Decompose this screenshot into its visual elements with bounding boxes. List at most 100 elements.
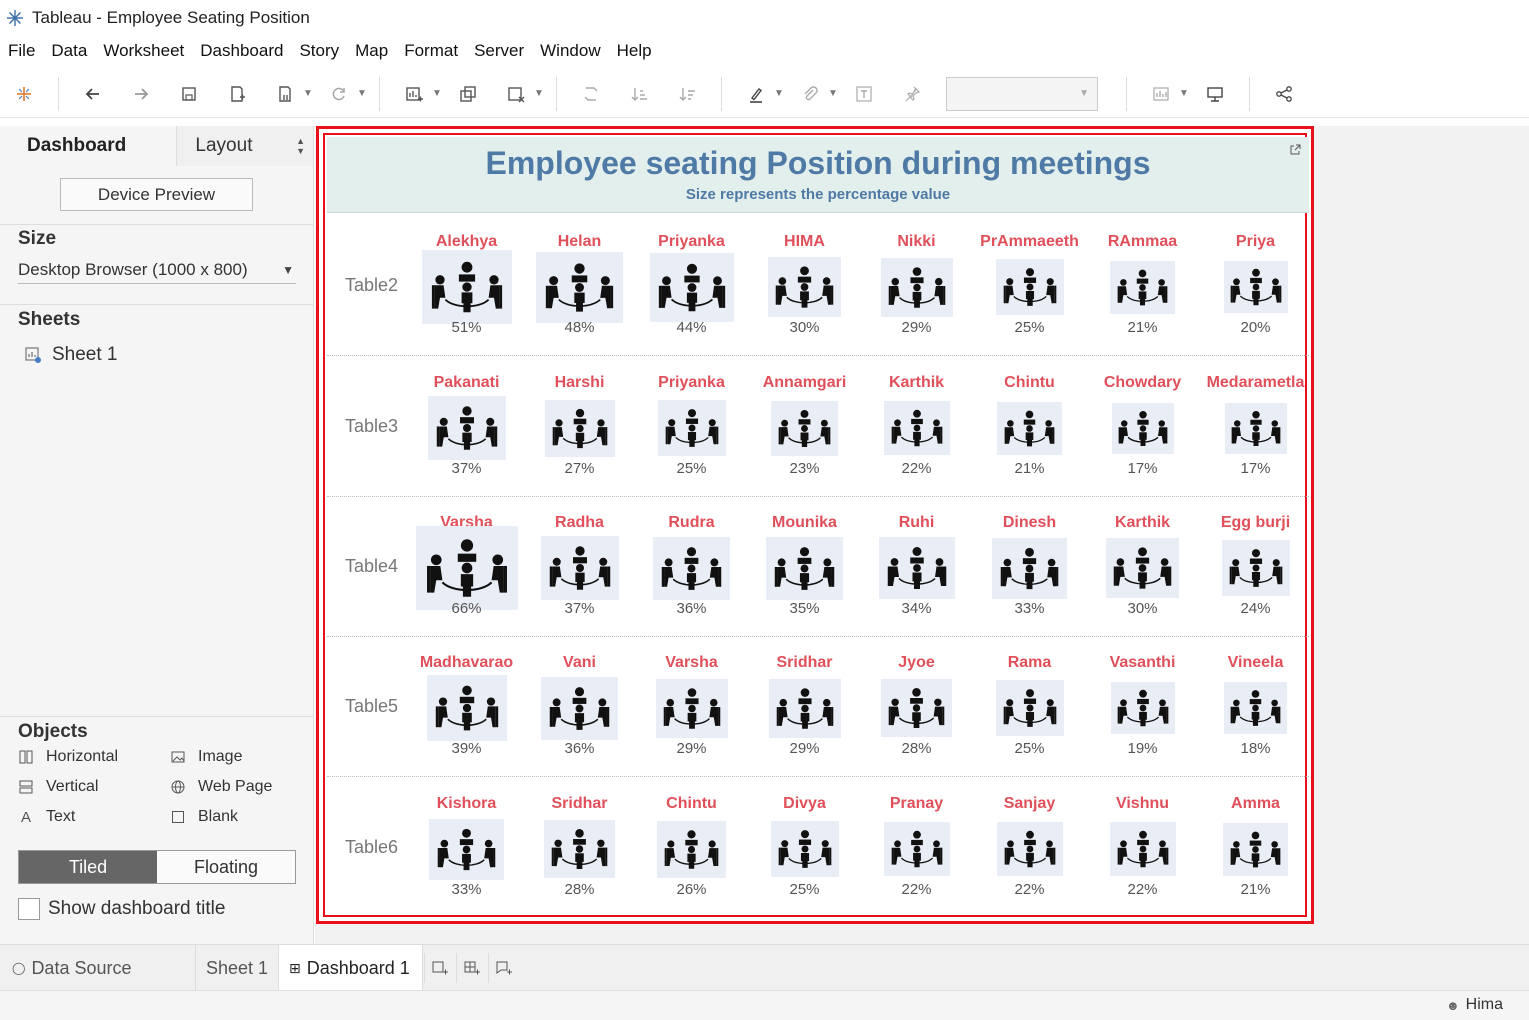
new-worksheet-icon[interactable] xyxy=(397,77,431,111)
chevron-down-icon[interactable]: ▼ xyxy=(303,77,313,111)
seat-mark[interactable]: PrAmmaeeth 25% xyxy=(973,215,1086,356)
seat-mark[interactable]: Egg burji 24% xyxy=(1199,496,1312,637)
seat-mark[interactable]: Sridhar 29% xyxy=(748,636,861,777)
object-vertical[interactable]: Vertical xyxy=(18,778,98,796)
new-worksheet-icon[interactable] xyxy=(424,953,454,983)
chevron-down-icon[interactable]: ▼ xyxy=(1179,77,1189,111)
pause-updates-icon[interactable] xyxy=(268,77,302,111)
dashboard-container[interactable]: Employee seating Position during meeting… xyxy=(323,133,1309,918)
object-web-page[interactable]: Web Page xyxy=(170,778,272,796)
menu-data[interactable]: Data xyxy=(43,41,95,61)
menu-window[interactable]: Window xyxy=(532,41,608,61)
tab-dashboard-1[interactable]: ⊞ Dashboard 1 xyxy=(278,945,423,991)
seat-mark[interactable]: Medarametla 17% xyxy=(1199,356,1312,497)
dashboard-header[interactable]: Employee seating Position during meeting… xyxy=(327,137,1309,213)
seat-mark[interactable]: Rama 25% xyxy=(973,636,1086,777)
seat-mark[interactable]: Madhavarao 39% xyxy=(410,636,523,777)
chevron-down-icon[interactable]: ▼ xyxy=(534,77,544,111)
seat-mark[interactable]: Sanjay 22% xyxy=(973,777,1086,918)
tableau-home-icon[interactable] xyxy=(7,77,41,111)
floating-button[interactable]: Floating xyxy=(157,851,295,883)
seat-mark[interactable]: Priyanka 44% xyxy=(635,215,748,356)
seat-mark[interactable]: Mounika 35% xyxy=(748,496,861,637)
group-members-icon[interactable] xyxy=(793,77,827,111)
tab-sheet-1[interactable]: Sheet 1 xyxy=(195,945,278,991)
tab-dashboard[interactable]: Dashboard xyxy=(0,126,177,166)
seat-mark[interactable]: Divya 25% xyxy=(748,777,861,918)
presentation-mode-icon[interactable] xyxy=(1198,77,1232,111)
new-story-icon[interactable] xyxy=(488,953,518,983)
seat-mark[interactable]: Pakanati 37% xyxy=(410,356,523,497)
seat-mark[interactable]: Harshi 27% xyxy=(523,356,636,497)
object-horizontal[interactable]: Horizontal xyxy=(18,748,118,766)
show-mark-labels-icon[interactable] xyxy=(847,77,881,111)
dashboard[interactable]: Employee seating Position during meeting… xyxy=(316,126,1314,924)
seat-mark[interactable]: Radha 37% xyxy=(523,496,636,637)
seat-mark[interactable]: Priya 20% xyxy=(1199,215,1312,356)
seat-mark[interactable]: Sridhar 28% xyxy=(523,777,636,918)
size-dropdown[interactable]: Desktop Browser (1000 x 800) ▼ xyxy=(18,256,296,284)
menu-server[interactable]: Server xyxy=(466,41,532,61)
seat-mark[interactable]: Karthik 30% xyxy=(1086,496,1199,637)
seat-mark[interactable]: Karthik 22% xyxy=(860,356,973,497)
seat-mark[interactable]: Amma 21% xyxy=(1199,777,1312,918)
chevron-down-icon[interactable]: ▼ xyxy=(357,77,367,111)
menu-dashboard[interactable]: Dashboard xyxy=(192,41,291,61)
seat-mark[interactable]: Varsha 29% xyxy=(635,636,748,777)
sort-ascending-icon[interactable] xyxy=(622,77,656,111)
show-dashboard-title-checkbox[interactable]: Show dashboard title xyxy=(18,898,225,920)
seat-mark[interactable]: RAmmaa 21% xyxy=(1086,215,1199,356)
seat-mark[interactable]: Nikki 29% xyxy=(860,215,973,356)
seat-mark[interactable]: Annamgari 23% xyxy=(748,356,861,497)
highlight-icon[interactable] xyxy=(739,77,773,111)
tiled-button[interactable]: Tiled xyxy=(19,851,157,883)
seat-mark[interactable]: Alekhya 51% xyxy=(410,215,523,356)
seat-mark[interactable]: Priyanka 25% xyxy=(635,356,748,497)
device-preview-button[interactable]: Device Preview xyxy=(60,178,253,211)
seat-mark[interactable]: Varsha 66% xyxy=(410,496,523,637)
seat-mark[interactable]: Vani 36% xyxy=(523,636,636,777)
user-account[interactable]: ☻ Hima xyxy=(1446,996,1503,1014)
menu-worksheet[interactable]: Worksheet xyxy=(95,41,192,61)
seat-mark[interactable]: Rudra 36% xyxy=(635,496,748,637)
menu-file[interactable]: File xyxy=(0,41,43,61)
seat-mark[interactable]: Chintu 26% xyxy=(635,777,748,918)
duplicate-sheet-icon[interactable] xyxy=(451,77,485,111)
tab-layout[interactable]: Layout ▲ ▼ xyxy=(176,126,313,166)
new-data-source-icon[interactable] xyxy=(220,77,254,111)
seat-mark[interactable]: Vasanthi 19% xyxy=(1086,636,1199,777)
object-blank[interactable]: Blank xyxy=(170,808,238,826)
object-text[interactable]: A Text xyxy=(18,808,75,826)
share-icon[interactable] xyxy=(1267,77,1301,111)
sheet-list-item[interactable]: Sheet 1 xyxy=(24,344,118,366)
seat-mark[interactable]: Kishora 33% xyxy=(410,777,523,918)
seat-mark[interactable]: Vishnu 22% xyxy=(1086,777,1199,918)
seat-mark[interactable]: Helan 48% xyxy=(523,215,636,356)
seat-mark[interactable]: Chintu 21% xyxy=(973,356,1086,497)
menu-help[interactable]: Help xyxy=(609,41,660,61)
seat-mark[interactable]: Chowdary 17% xyxy=(1086,356,1199,497)
chevron-down-icon[interactable]: ▼ xyxy=(774,77,784,111)
tab-data-source[interactable]: ◯ Data Source xyxy=(0,945,195,991)
seat-mark[interactable]: Jyoe 28% xyxy=(860,636,973,777)
refresh-icon[interactable] xyxy=(322,77,356,111)
chevron-down-icon[interactable]: ▼ xyxy=(828,77,838,111)
seat-mark[interactable]: Vineela 18% xyxy=(1199,636,1312,777)
clear-sheet-icon[interactable] xyxy=(499,77,533,111)
redo-icon[interactable] xyxy=(124,77,158,111)
pin-icon[interactable] xyxy=(895,77,929,111)
show-me-icon[interactable] xyxy=(1144,77,1178,111)
seat-mark[interactable]: Ruhi 34% xyxy=(860,496,973,637)
menu-format[interactable]: Format xyxy=(396,41,466,61)
expand-icon[interactable] xyxy=(1289,143,1301,155)
sort-descending-icon[interactable] xyxy=(670,77,704,111)
new-dashboard-icon[interactable] xyxy=(456,953,486,983)
seat-mark[interactable]: HIMA 30% xyxy=(748,215,861,356)
chevron-down-icon[interactable]: ▼ xyxy=(432,77,442,111)
save-icon[interactable] xyxy=(172,77,206,111)
undo-icon[interactable] xyxy=(76,77,110,111)
fit-dropdown[interactable]: ▼ xyxy=(946,76,1098,111)
object-image[interactable]: Image xyxy=(170,748,242,766)
seat-mark[interactable]: Pranay 22% xyxy=(860,777,973,918)
checkbox[interactable] xyxy=(18,898,40,920)
